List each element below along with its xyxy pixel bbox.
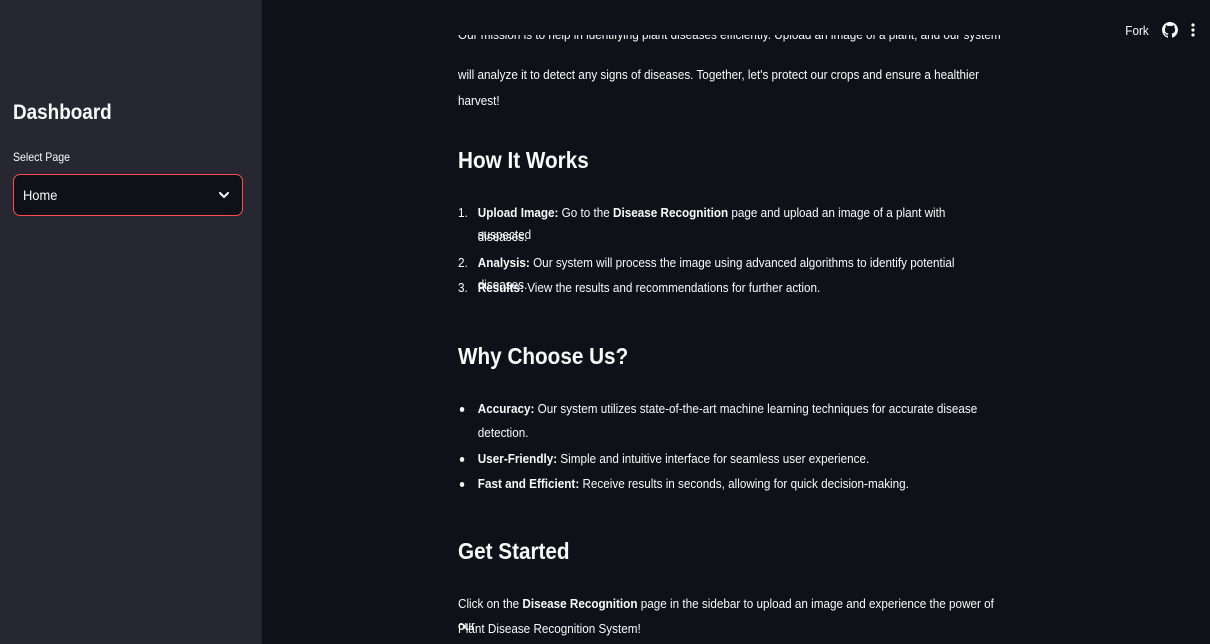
list-item-continuation: detection. [458,422,998,444]
list-number: 3. [458,280,468,295]
select-page-label: Select Page [13,150,70,164]
list-item-bold: Disease Recognition [613,205,729,220]
intro-cut-line: Our mission is to help in identifying pl… [458,35,1018,47]
list-item-bold: Results: [477,280,524,295]
kebab-menu-icon[interactable] [1190,22,1196,38]
list-item-continuation: diseases. [458,226,998,248]
list-item-text: detection. [477,425,529,440]
list-item-text: Go to the [558,205,614,220]
bullet-icon [459,407,465,413]
list-item-text: Receive results in seconds, allowing for… [579,476,909,491]
list-item: Fast and Efficient: Receive results in s… [458,473,998,495]
page-select-value: Home [23,187,58,203]
get-started-heading: Get Started [458,538,570,564]
list-item-text: Our system utilizes state-of-the-art mac… [534,401,978,416]
list-number: 1. [458,205,468,220]
paragraph-text: Click on the [458,596,523,611]
chevron-down-icon [218,189,230,201]
intro-line-2: harvest! [458,93,500,108]
list-item-bold: Fast and Efficient: [477,476,580,491]
list-item-bold: Accuracy: [477,401,535,416]
fork-button[interactable]: Fork [1125,23,1148,38]
page-select[interactable]: Home [13,174,243,216]
list-item-bold: Analysis: [477,255,530,270]
intro-cut-text: Our mission is to help in identifying pl… [458,35,1001,46]
get-started-line-2: Plant Disease Recognition System! [458,621,641,636]
list-item-bold: Upload Image: [477,205,559,220]
top-toolbar: Fork [1124,18,1196,42]
list-item: 3. Results: View the results and recomme… [458,277,998,299]
paragraph-bold: Disease Recognition [522,596,638,611]
bullet-icon [459,482,465,488]
sidebar: Dashboard Select Page Home [0,0,262,644]
list-item-text: Simple and intuitive interface for seaml… [557,451,870,466]
list-item-text: View the results and recommendations for… [523,280,821,295]
list-item-bold: User-Friendly: [477,451,558,466]
list-item: User-Friendly: Simple and intuitive inte… [458,448,998,470]
intro-line-1: will analyze it to detect any signs of d… [458,67,980,82]
why-choose-us-heading: Why Choose Us? [458,343,629,369]
list-number: 2. [458,255,468,270]
bullet-icon [459,457,465,463]
how-it-works-heading: How It Works [458,147,589,173]
list-item: Accuracy: Our system utilizes state-of-t… [458,398,998,420]
sidebar-title: Dashboard [13,101,112,124]
list-item-text: diseases. [477,229,528,244]
github-icon[interactable] [1162,22,1178,38]
